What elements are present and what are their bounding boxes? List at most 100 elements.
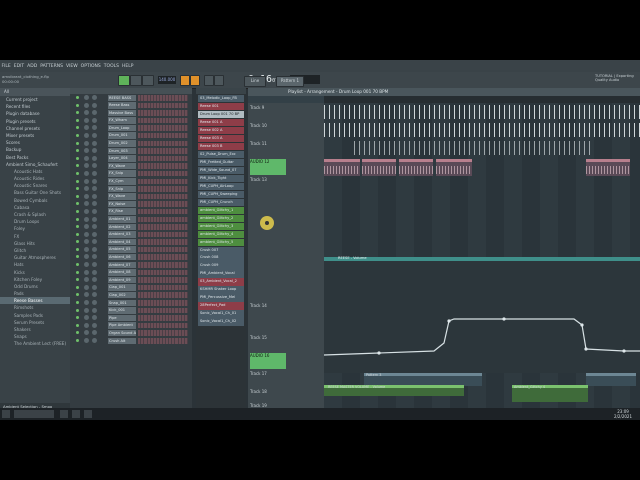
volume-knob[interactable] [92,140,97,146]
volume-knob[interactable] [92,239,97,245]
track-header[interactable]: AUDIO 16 [250,353,286,369]
volume-knob[interactable] [92,208,97,214]
browser-item[interactable]: Serum Presets [0,319,70,326]
volume-knob[interactable] [92,201,97,207]
pattern-picker-item[interactable]: ambient_Glitchy_2 [198,214,244,222]
channel-row[interactable]: Ambient_07 [70,261,192,269]
pattern-picker-item[interactable]: ambient_Glitchy_1 [198,206,244,214]
volume-knob[interactable] [92,307,97,313]
channel-led[interactable] [76,217,79,221]
play-button[interactable] [118,75,130,86]
step-sequencer[interactable] [138,193,188,200]
audio-clip-green[interactable]: Ambient_Glitchy 4 [512,385,588,402]
pattern-picker-item[interactable]: PMI_Percussive_Mel [198,294,244,302]
pattern-picker-item[interactable]: Sonic_Vocal1_Ch_01 [198,310,244,318]
channel-row[interactable]: Ambient_08 [70,269,192,277]
browser-header[interactable]: All [0,88,70,96]
channel-name-button[interactable]: Drum_Loop [108,124,136,132]
channel-name-button[interactable]: FX_Wave [108,162,136,170]
stop-button[interactable] [130,75,142,86]
step-sequencer[interactable] [138,132,188,139]
channel-name-button[interactable]: Ambient_07 [108,261,136,269]
record-button[interactable] [142,75,154,86]
browser-item[interactable]: Glitch [0,247,70,254]
channel-row[interactable]: FX_Cym [70,178,192,186]
pan-knob[interactable] [84,231,89,237]
channel-name-button[interactable]: Drum_003 [108,147,136,155]
channel-led[interactable] [76,164,79,168]
step-sequencer[interactable] [138,292,188,298]
pan-knob[interactable] [84,338,89,343]
channel-name-button[interactable]: Layer_004 [108,155,136,162]
channel-led[interactable] [76,111,79,115]
pan-knob[interactable] [84,155,89,161]
volume-knob[interactable] [92,117,97,123]
step-sequencer[interactable] [138,140,188,147]
channel-row[interactable]: Pipe [70,314,192,322]
bpm-display[interactable]: 140.000 [158,76,176,84]
audio-clip[interactable] [362,159,396,176]
channel-row[interactable]: Ambient_02 [70,223,192,231]
step-sequencer[interactable] [138,163,188,169]
channel-name-button[interactable]: FX_Noise [108,200,136,208]
channel-led[interactable] [76,308,79,312]
browser-item[interactable]: Recent files [0,103,70,110]
volume-knob[interactable] [92,231,97,237]
track-header[interactable]: Track 9 [250,105,286,121]
channel-row[interactable]: Ambient_09 [70,276,192,284]
channel-row[interactable]: FX_Snip [70,185,192,193]
channel-name-button[interactable]: FX_Snip [108,185,136,193]
browser-item[interactable]: Mixer presets [0,132,70,139]
channel-name-button[interactable]: Crush Alt [108,337,136,344]
channel-row[interactable]: FX_Snip [70,170,192,178]
pattern-picker-item[interactable]: Drum Loop 001 70 BP [198,110,244,118]
channel-led[interactable] [76,202,79,206]
channel-name-button[interactable]: FX_Cym [108,178,136,185]
channel-led[interactable] [76,126,79,130]
channel-name-button[interactable]: Clap_001 [108,284,136,291]
pan-knob[interactable] [84,95,89,100]
volume-knob[interactable] [92,163,97,169]
typing-keyboard-toggle[interactable] [190,75,200,86]
channel-name-button[interactable]: Pipe Ambient [108,322,136,329]
volume-knob[interactable] [92,315,97,321]
step-sequencer[interactable] [138,125,188,131]
step-sequencer[interactable] [138,148,188,154]
track-header[interactable]: Track 15 [250,335,286,351]
volume-knob[interactable] [92,322,97,328]
browser-item[interactable]: Kicks [0,269,70,276]
pan-knob[interactable] [84,284,89,290]
track-header[interactable]: Track 17 [250,371,286,387]
step-sequencer[interactable] [138,117,188,124]
browser-item[interactable]: Drum Loops [0,218,70,225]
pan-knob[interactable] [84,224,89,230]
pan-knob[interactable] [84,246,89,252]
snap-selector[interactable]: Line [244,76,266,87]
browser-item[interactable]: Scores [0,139,70,146]
channel-row[interactable]: Layer_004 [70,155,192,163]
channel-row[interactable]: FX_Wave [70,193,192,201]
channel-row[interactable]: Reese Bass [70,102,192,110]
channel-led[interactable] [76,285,79,289]
step-sequencer[interactable] [138,186,188,192]
menu-tools[interactable]: TOOLS [102,64,120,69]
volume-knob[interactable] [92,300,97,306]
channel-row[interactable]: FX_Noise [70,200,192,208]
browser-item[interactable]: Plugin database [0,110,70,117]
step-sequencer[interactable] [138,262,188,268]
step-sequencer[interactable] [138,216,188,222]
pan-knob[interactable] [84,193,89,199]
pattern-picker-item[interactable]: 02_Pulse_Drum_Exc [198,150,244,158]
step-sequencer[interactable] [138,231,188,238]
taskbar-clock[interactable]: 23:09 2/2/2021 [614,409,632,419]
browser-item[interactable]: Channel presets [0,125,70,132]
channel-name-button[interactable]: FX_Wave [108,193,136,200]
step-sequencer[interactable] [138,315,188,321]
audio-clip[interactable] [586,159,630,176]
browser-item[interactable]: Acoustic Snares [0,182,70,189]
step-sequencer[interactable] [138,110,188,116]
pan-knob[interactable] [84,178,89,184]
pattern-selector[interactable]: Pattern 1 [276,76,304,87]
pattern-picker-item[interactable]: Reese 001 A [198,118,244,126]
pattern-picker-item[interactable]: KSHMR Shaker Loop [198,286,244,294]
